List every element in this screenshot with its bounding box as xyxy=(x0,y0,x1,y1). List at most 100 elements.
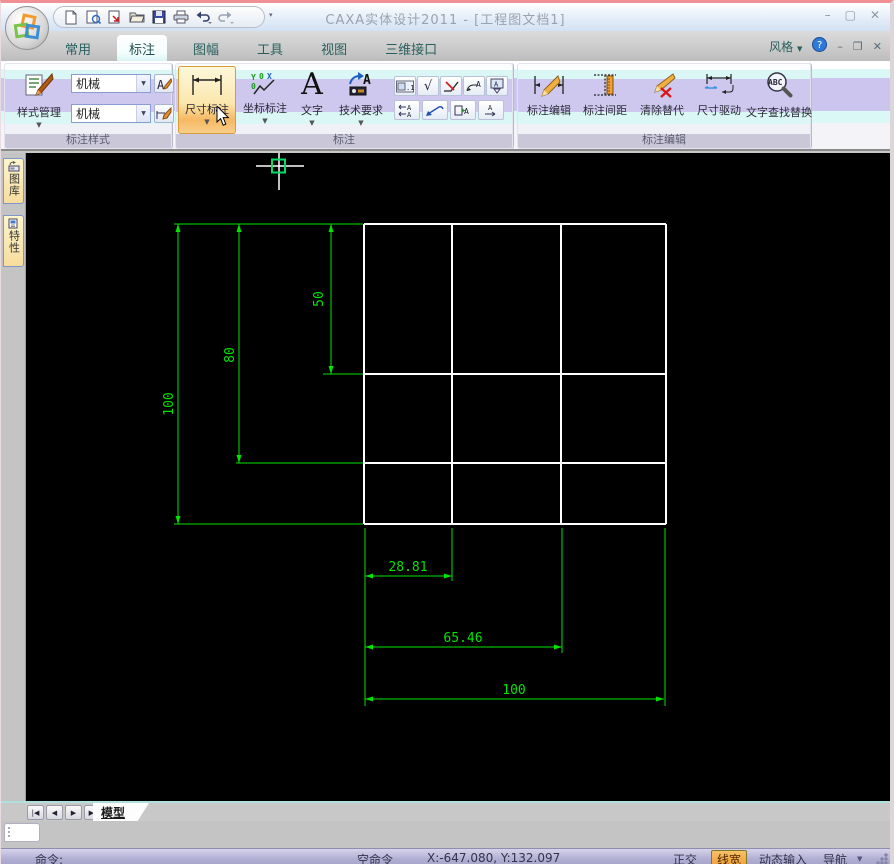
export-icon[interactable] xyxy=(106,8,124,26)
ribbon-tab-row: 常用 标注 图幅 工具 视图 三维接口 风格 ▼ ? – ❐ ✕ xyxy=(1,31,890,61)
dimension-labels: 100 80 50 28.81 65.46 100 xyxy=(162,291,526,698)
close-button[interactable]: ✕ xyxy=(870,8,880,22)
coordinate-icon: Y 0 X 0 xyxy=(251,72,275,95)
application-window: CAXA实体设计2011 - [工程图文档1] – ▢ ✕ ▾ 常用 标注 图幅… xyxy=(0,0,894,864)
dim-label-100-left: 100 xyxy=(162,392,177,415)
tech-requirements-button[interactable]: A 技术要求 ▼ xyxy=(332,66,390,134)
left-dock: 图库 特性 xyxy=(1,153,26,801)
print-icon[interactable] xyxy=(172,8,190,26)
dim-style-edit-button[interactable] xyxy=(154,104,174,123)
dimension-spacing-button[interactable]: 标注间距 xyxy=(578,66,632,134)
style-menu-button[interactable]: 风格 ▼ xyxy=(769,38,802,55)
doc-close-button[interactable]: ✕ xyxy=(873,40,882,53)
library-panel-tab[interactable]: 图库 xyxy=(3,158,24,204)
resize-grip[interactable] xyxy=(876,853,888,864)
app-logo-icon[interactable] xyxy=(5,6,49,50)
svg-text:A: A xyxy=(488,104,493,112)
dim-label-50: 50 xyxy=(312,291,327,307)
text-style-combo[interactable]: 机械 ▼ xyxy=(71,74,151,93)
command-prompt-label[interactable]: 命令: xyxy=(35,851,63,864)
tab-tufu[interactable]: 图幅 xyxy=(181,35,231,61)
maximize-button[interactable]: ▢ xyxy=(845,8,856,22)
combo-arrow-icon[interactable]: ▼ xyxy=(136,105,150,122)
clear-override-icon xyxy=(654,73,676,98)
chevron-down-icon: ▼ xyxy=(262,117,268,125)
group-label: 标注编辑 xyxy=(642,133,686,146)
tab-sanweijiekou[interactable]: 三维接口 xyxy=(373,35,449,61)
open-icon[interactable] xyxy=(128,8,146,26)
find-replace-icon: ABC xyxy=(767,72,793,98)
navigation-toggle[interactable]: 导航 xyxy=(823,851,847,864)
print-preview-icon[interactable] xyxy=(84,8,102,26)
style-manager-icon xyxy=(25,72,54,96)
dimension-lines xyxy=(174,223,666,706)
svg-text:X: X xyxy=(267,72,272,81)
swap-text-button[interactable]: AA xyxy=(394,100,420,120)
drawing-canvas[interactable]: 图库 特性 100 80 50 28.81 65.46 100 xyxy=(1,153,890,801)
svg-text:A: A xyxy=(464,107,469,116)
text-align-button[interactable]: A xyxy=(478,100,504,120)
dim-label-65-46: 65.46 xyxy=(443,631,482,646)
dim-label-100-bottom: 100 xyxy=(502,683,525,698)
tolerance-button[interactable]: .1 xyxy=(394,76,416,96)
dimension-icon xyxy=(192,75,222,95)
svg-text:0: 0 xyxy=(251,82,256,91)
command-bar-handle[interactable] xyxy=(4,823,40,842)
redo-icon[interactable] xyxy=(216,8,234,26)
cursor-coordinates: X:-647.080, Y:132.097 xyxy=(427,851,561,864)
style-manager-button[interactable]: 样式管理 ▼ xyxy=(11,66,67,134)
model-sheet-tab[interactable]: 模型 xyxy=(93,803,149,822)
svg-text:Y: Y xyxy=(251,73,256,82)
arrow-edit-button[interactable] xyxy=(422,100,448,120)
doc-restore-button[interactable]: ❐ xyxy=(853,40,863,53)
save-icon[interactable] xyxy=(150,8,168,26)
cad-drawing[interactable]: 100 80 50 28.81 65.46 100 xyxy=(26,153,890,801)
leader-text-button[interactable]: A xyxy=(463,76,485,96)
clear-override-button[interactable]: 清除替代 xyxy=(634,66,690,134)
minimize-button[interactable]: – xyxy=(825,8,831,22)
qat-customize-icon[interactable]: ▾ xyxy=(269,11,273,19)
prev-sheet-button[interactable]: ◀ xyxy=(46,805,63,820)
text-button[interactable]: A 文字 ▼ xyxy=(294,66,330,134)
status-bar: 命令: 空命令 X:-647.080, Y:132.097 正交 线宽 动态输入… xyxy=(1,848,890,864)
ortho-toggle[interactable]: 正交 xyxy=(673,851,697,864)
box-text-button[interactable]: A xyxy=(450,100,476,120)
svg-text:.1: .1 xyxy=(406,84,414,92)
command-dock-area xyxy=(1,821,890,848)
tab-shitu[interactable]: 视图 xyxy=(309,35,359,61)
first-sheet-button[interactable]: |◀ xyxy=(27,805,44,820)
chevron-down-icon: ▼ xyxy=(358,119,364,127)
properties-icon xyxy=(8,218,17,229)
navigation-arrow-icon[interactable]: ▼ xyxy=(857,855,862,863)
svg-text:A: A xyxy=(476,80,481,89)
undo-icon[interactable] xyxy=(194,8,212,26)
tab-gongju[interactable]: 工具 xyxy=(245,35,295,61)
edit-dimension-button[interactable]: 标注编辑 xyxy=(522,66,576,134)
properties-panel-tab[interactable]: 特性 xyxy=(3,215,24,267)
new-document-icon[interactable] xyxy=(62,8,80,26)
next-sheet-button[interactable]: ▶ xyxy=(65,805,82,820)
chevron-down-icon: ▼ xyxy=(309,119,315,127)
coordinate-button[interactable]: Y 0 X 0 坐标标注 ▼ xyxy=(238,66,292,134)
dimension-drive-button[interactable]: 尺寸驱动 xyxy=(692,66,746,134)
mouse-cursor xyxy=(216,104,230,131)
roughness-button[interactable]: √ xyxy=(417,76,439,96)
command-mode: 空命令 xyxy=(357,853,394,864)
combo-arrow-icon[interactable]: ▼ xyxy=(136,75,150,92)
tab-biaozhu[interactable]: 标注 xyxy=(117,35,168,61)
dim-label-28-81: 28.81 xyxy=(388,560,427,575)
line-width-toggle[interactable]: 线宽 xyxy=(711,850,748,864)
chevron-down-icon: ▼ xyxy=(36,121,42,129)
dim-style-combo[interactable]: 机械 ▼ xyxy=(71,104,151,123)
dynamic-input-toggle[interactable]: 动态输入 xyxy=(759,851,807,864)
group-label: 标注样式 xyxy=(66,133,110,146)
group-annotation-style: 样式管理 ▼ 机械 ▼ A 机械 ▼ 标注样式 xyxy=(4,63,174,149)
text-style-edit-button[interactable]: A xyxy=(154,74,174,93)
datum-button[interactable]: A xyxy=(486,76,508,96)
find-replace-text-button[interactable]: ABC 文字查找替换 xyxy=(746,66,812,134)
help-icon[interactable]: ? xyxy=(812,37,828,55)
weld-symbol-button[interactable] xyxy=(440,76,462,96)
tab-changyong[interactable]: 常用 xyxy=(53,35,103,61)
group-annotation-edit: 标注编辑 标注间距 清除替代 尺寸驱动 ABC 文字查找替换 标注编辑 xyxy=(517,63,812,149)
doc-minimize-button[interactable]: – xyxy=(837,40,843,53)
